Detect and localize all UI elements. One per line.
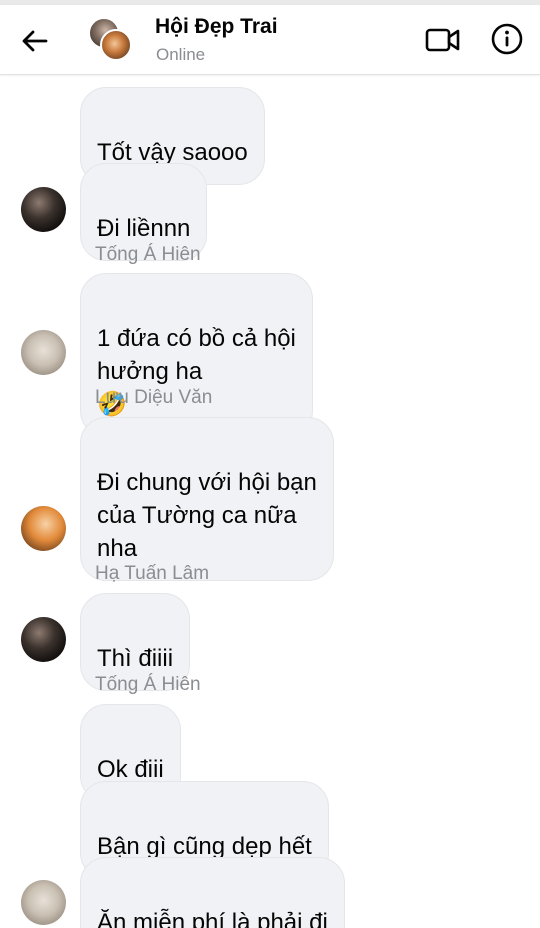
group-avatar[interactable]: [88, 17, 132, 61]
back-arrow-icon[interactable]: [18, 24, 52, 58]
sender-avatar[interactable]: [21, 617, 66, 662]
sender-name: Hạ Tuấn Lâm: [95, 563, 210, 584]
video-call-icon[interactable]: [424, 25, 462, 55]
info-icon[interactable]: [490, 22, 524, 56]
sender-avatar[interactable]: [21, 880, 66, 925]
message-text: 1 đứa có bồ cả hội hưởng ha: [97, 325, 296, 385]
message-text: Ok điii: [97, 756, 164, 783]
message-text: Đi liềnnn: [97, 215, 191, 242]
chat-header: Hội Đẹp Trai Online: [0, 5, 540, 75]
sender-name: Tống Á Hiên: [95, 674, 201, 695]
sender-avatar[interactable]: [21, 506, 66, 551]
sender-avatar[interactable]: [21, 330, 66, 375]
sender-name: Tống Á Hiên: [95, 244, 201, 265]
sender-avatar[interactable]: [21, 187, 66, 232]
message-text: Thì điiii: [97, 645, 174, 672]
message-text: Tốt vậy saooo: [97, 139, 248, 166]
message-bubble[interactable]: Ăn miễn phí là phải đi: [80, 857, 345, 928]
message-bubble[interactable]: 1 đứa có bồ cả hội hưởng ha 🤣: [80, 273, 313, 437]
message-text: Bận gì cũng dẹp hết: [97, 833, 312, 860]
sender-name: Lưu Diệu Văn: [95, 387, 213, 408]
message-bubble[interactable]: Đi chung với hội bạn của Tường ca nữa nh…: [80, 417, 334, 581]
online-status: Online: [156, 45, 206, 64]
group-avatar-member-2: [100, 29, 132, 61]
message-text: Ăn miễn phí là phải đi: [97, 909, 328, 928]
chat-title[interactable]: Hội Đẹp Trai: [155, 15, 278, 39]
message-text: Đi chung với hội bạn của Tường ca nữa nh…: [97, 469, 317, 562]
